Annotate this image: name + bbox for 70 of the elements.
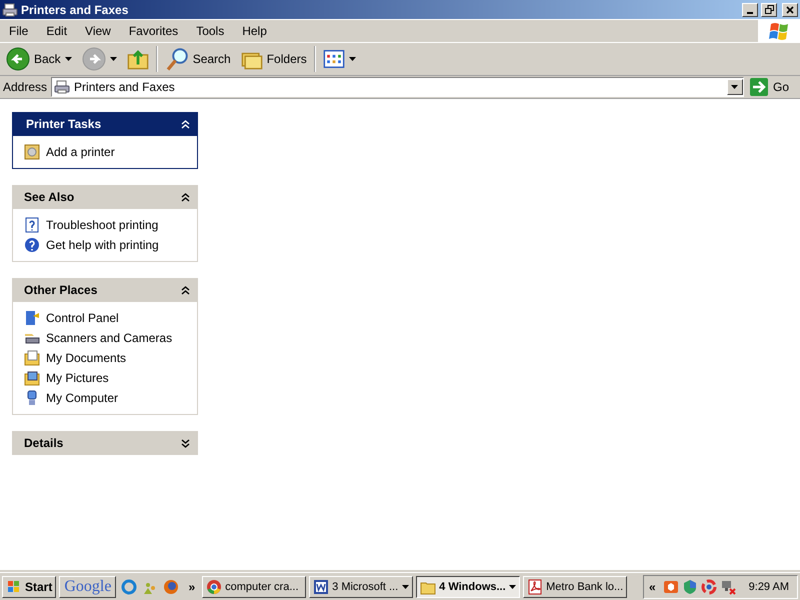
- menu-item[interactable]: Help: [233, 24, 276, 38]
- cube-icon[interactable]: [662, 578, 679, 594]
- folders-button[interactable]: Folders: [238, 46, 310, 72]
- help-icon: [24, 217, 40, 233]
- task-link[interactable]: Scanners and Cameras: [24, 330, 186, 346]
- printer-icon: [24, 144, 40, 160]
- flag-icon: [6, 578, 22, 594]
- search-button[interactable]: Search: [162, 45, 234, 73]
- menu-item[interactable]: File: [0, 24, 38, 38]
- panel-header[interactable]: Other Places: [12, 278, 198, 302]
- task-link[interactable]: Add a printer: [24, 144, 186, 160]
- caret-icon[interactable]: [348, 57, 356, 61]
- panel-header[interactable]: Printer Tasks: [12, 112, 198, 136]
- menu-item[interactable]: Edit: [37, 24, 76, 38]
- folder-icon: [24, 350, 40, 366]
- task-link[interactable]: My Documents: [24, 350, 186, 366]
- restore-button[interactable]: [761, 2, 777, 16]
- google-toolbar-button[interactable]: Google: [59, 576, 116, 598]
- taskbar-button[interactable]: computer cra...: [202, 576, 306, 598]
- collapse-icon[interactable]: [181, 192, 190, 202]
- control-panel-icon: [24, 310, 40, 326]
- task-link[interactable]: Control Panel: [24, 310, 186, 326]
- back-button[interactable]: Back: [3, 45, 75, 73]
- task-link[interactable]: Get help with printing: [24, 237, 186, 253]
- browser-icon: [206, 578, 222, 594]
- minimize-button[interactable]: [742, 2, 758, 16]
- folder-up-icon: [126, 48, 149, 70]
- menu-item[interactable]: Tools: [187, 24, 234, 38]
- folder-icon: [24, 370, 40, 386]
- taskbar-button[interactable]: 4 Windows...: [416, 576, 520, 598]
- panel-header[interactable]: See Also: [12, 185, 198, 209]
- network-error-icon[interactable]: [720, 578, 736, 594]
- help-icon: [24, 237, 40, 253]
- address-field[interactable]: Printers and Faxes: [51, 77, 744, 97]
- search-icon: [164, 47, 189, 71]
- more-button[interactable]: »: [184, 580, 200, 594]
- ring-icon[interactable]: [121, 578, 138, 594]
- swirl-icon[interactable]: [700, 578, 717, 594]
- restore-icon: [764, 5, 774, 14]
- expand-icon[interactable]: [181, 438, 190, 448]
- dropdown-button[interactable]: [726, 79, 743, 95]
- printer-icon: [54, 79, 70, 95]
- start-button[interactable]: Start: [2, 576, 56, 598]
- collapse-icon[interactable]: [181, 286, 190, 294]
- shield-icon[interactable]: [682, 578, 698, 594]
- minimize-icon: [747, 12, 753, 14]
- printer-icon: [2, 2, 18, 18]
- flag-icon: [768, 21, 790, 41]
- panel-header[interactable]: Details: [12, 431, 198, 455]
- close-button[interactable]: [782, 2, 798, 16]
- menu-item[interactable]: Favorites: [120, 24, 188, 38]
- close-icon: [786, 6, 794, 14]
- show-hidden-icons-button[interactable]: «: [648, 580, 656, 594]
- window-title: Printers and Faxes: [21, 2, 130, 16]
- menu-item[interactable]: View: [76, 24, 120, 38]
- go-button[interactable]: Go: [748, 78, 797, 96]
- task-link[interactable]: My Computer: [24, 390, 186, 406]
- address-label: Address: [3, 80, 48, 94]
- caret-icon: [731, 85, 738, 89]
- arrow-icon: [750, 78, 768, 96]
- task-link[interactable]: My Pictures: [24, 370, 186, 386]
- views-icon: [322, 48, 345, 70]
- caret-icon[interactable]: [64, 57, 72, 61]
- taskbar-button[interactable]: 3 Microsoft ...: [309, 576, 414, 598]
- task-link[interactable]: Troubleshoot printing: [24, 217, 186, 233]
- clock: 9:29 AM: [748, 580, 789, 592]
- document-icon: [313, 578, 330, 594]
- taskbar-button[interactable]: Metro Bank lo...: [523, 576, 628, 598]
- pdf-icon: [527, 578, 544, 594]
- globe-fox-icon[interactable]: [163, 578, 180, 594]
